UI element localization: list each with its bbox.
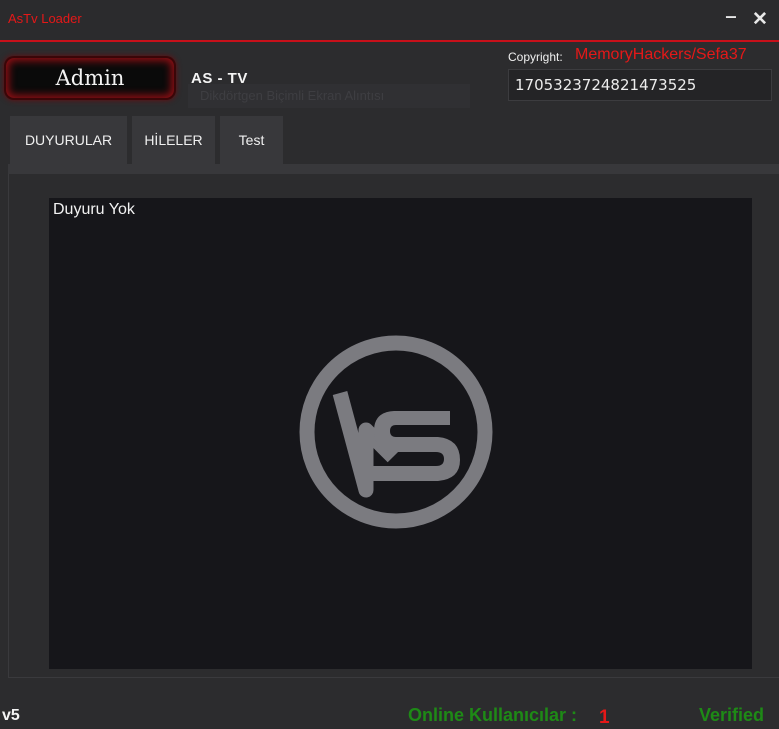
ghost-caption: Dikdörtgen Biçimli Ekran Alıntısı <box>188 84 470 108</box>
id-field[interactable]: 1705323724821473525 <box>508 69 772 101</box>
announcement-text: Duyuru Yok <box>53 201 135 218</box>
loader-window: AsTv Loader ‒ ✕ Admin AS - TV Dikdörtgen… <box>0 0 779 728</box>
announcement-panel: Duyuru Yok <box>49 198 752 669</box>
title-bar[interactable]: AsTv Loader ‒ ✕ <box>0 0 779 40</box>
verified-status: Verified <box>699 705 765 725</box>
window-title: AsTv Loader <box>8 11 82 26</box>
tab-test[interactable]: Test <box>220 116 283 164</box>
version-label: v5 <box>2 707 20 724</box>
minimize-button[interactable]: ‒ <box>726 6 736 27</box>
as-logo-icon <box>299 335 493 529</box>
tab-hileler[interactable]: HİLELER <box>132 116 215 164</box>
tab-duyurular[interactable]: DUYURULAR <box>10 116 127 164</box>
copyright-label: Copyright: <box>508 50 563 64</box>
copyright-value: MemoryHackers/Sefa37 <box>575 46 747 63</box>
online-users-count: 1 <box>599 707 610 728</box>
online-users-label: Online Kullanıcılar : <box>408 705 578 725</box>
tab-strip <box>8 164 779 174</box>
title-divider <box>0 40 779 42</box>
admin-button[interactable]: Admin <box>6 58 174 98</box>
active-tab-caret <box>61 164 75 171</box>
close-button[interactable]: ✕ <box>752 8 768 31</box>
